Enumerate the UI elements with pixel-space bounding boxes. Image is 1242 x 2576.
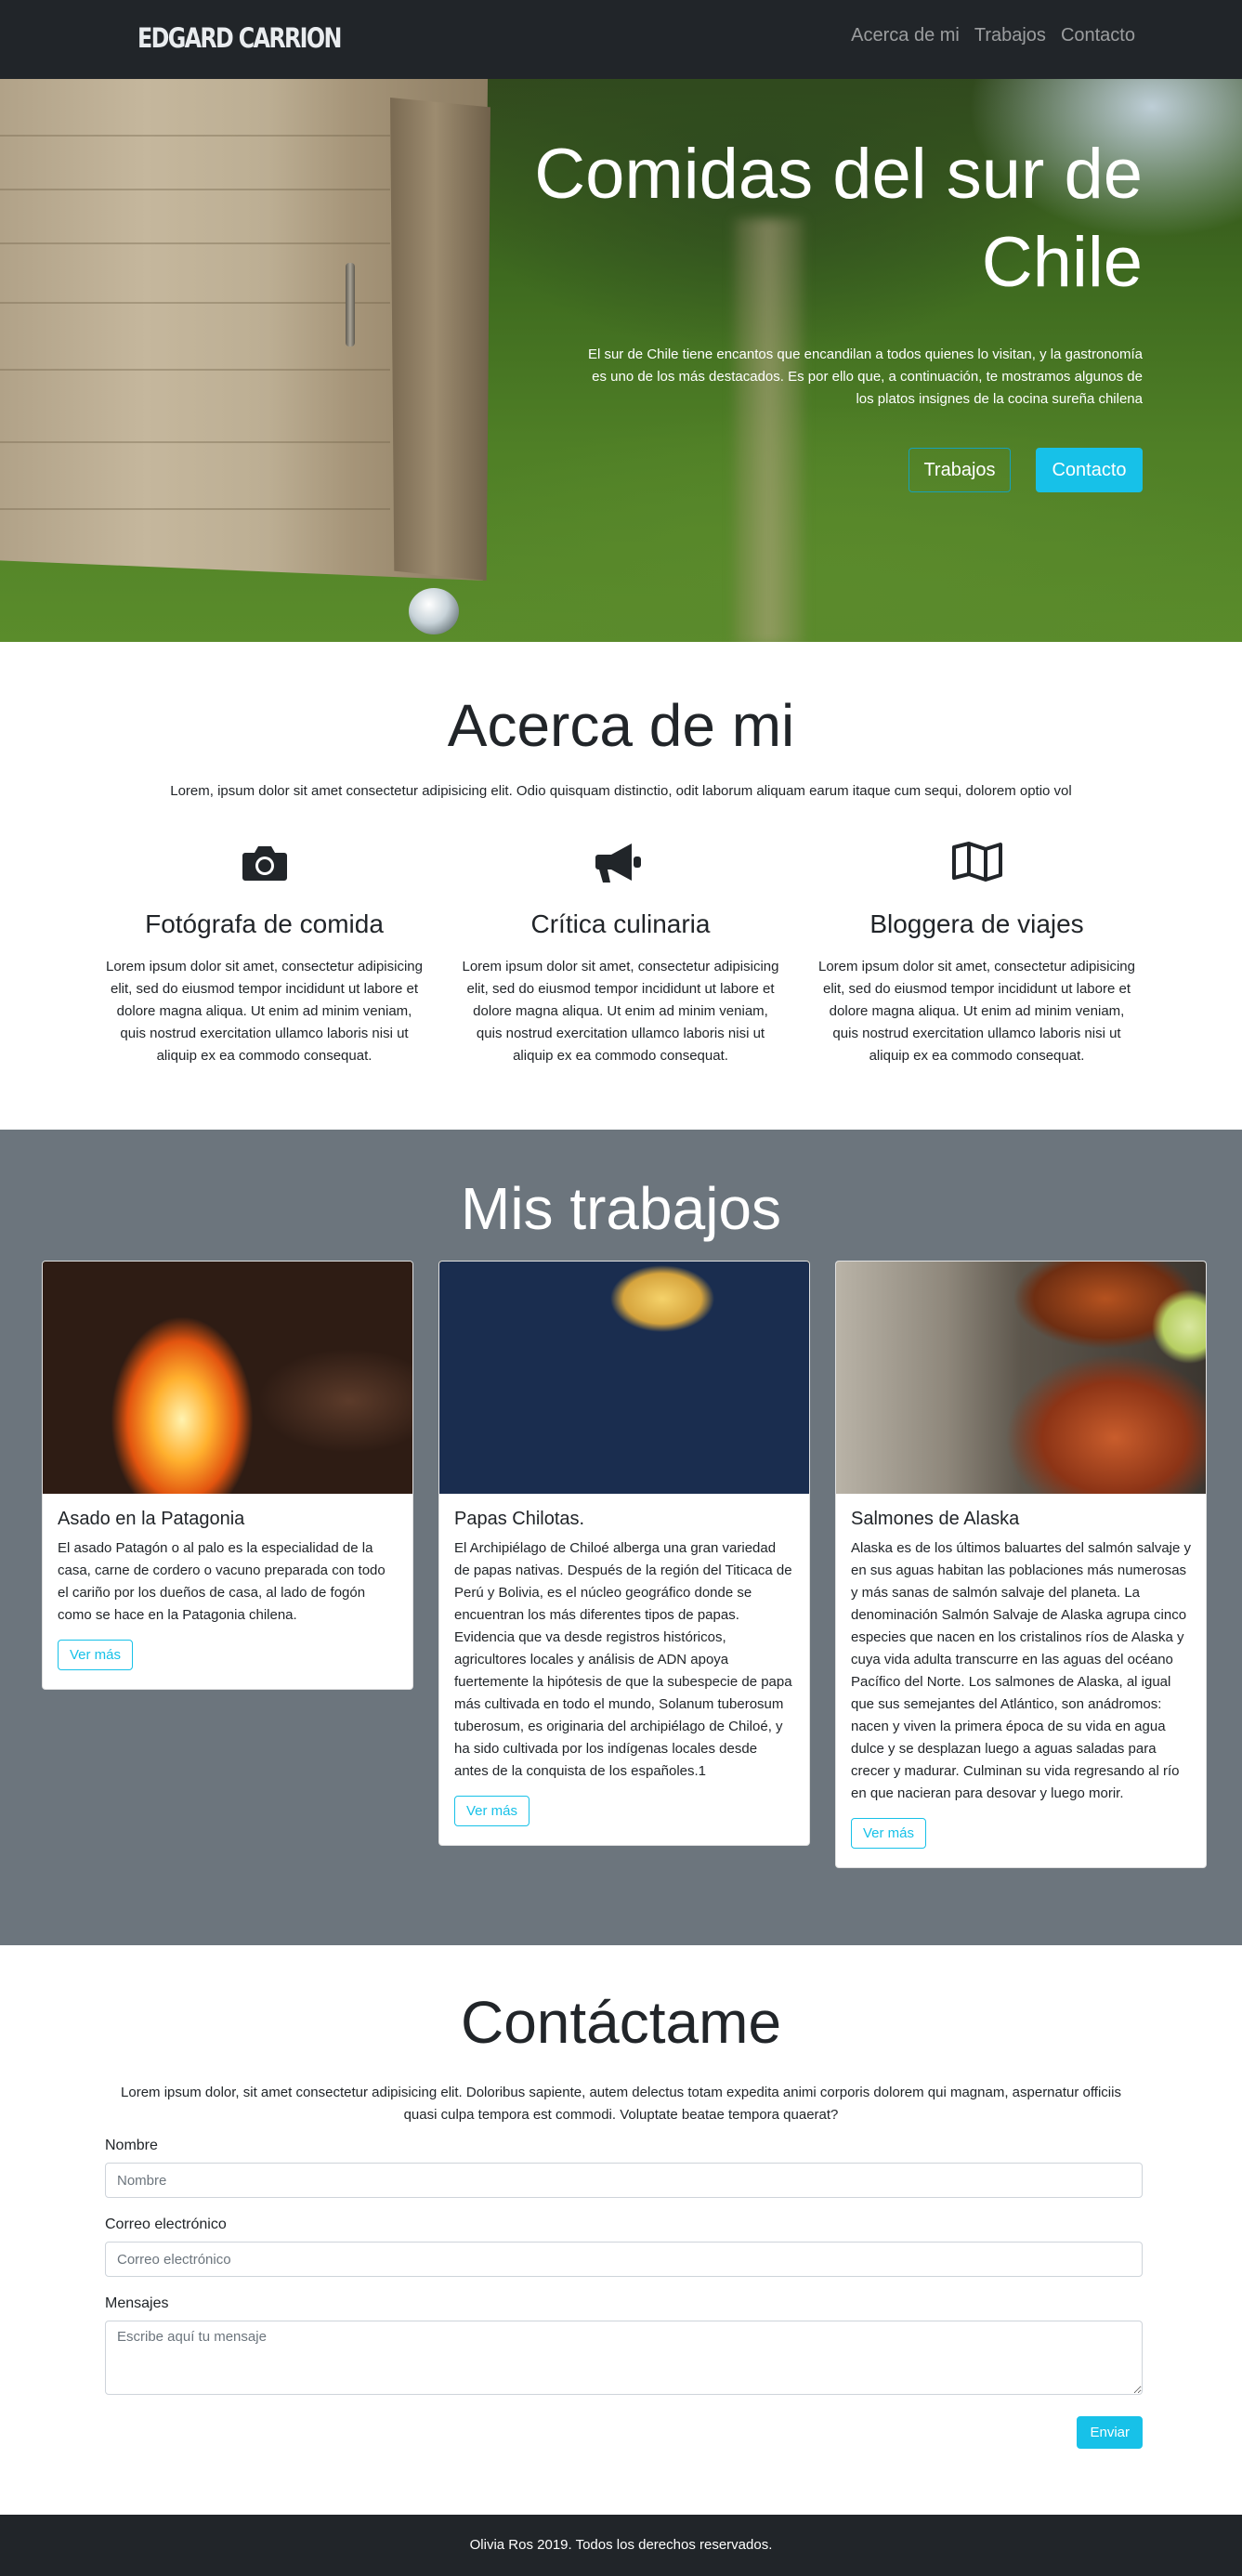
hero-title: Comidas del sur de Chile [534, 135, 1143, 302]
submit-row: Enviar [105, 2416, 1143, 2449]
wood-grain [0, 441, 390, 443]
works-title: Mis trabajos [461, 1175, 781, 1242]
message-textarea[interactable] [105, 2321, 1143, 2395]
feature-text: Lorem ipsum dolor sit amet, consectetur … [462, 959, 779, 1064]
card-body: Salmones de Alaska Alaska es de los últi… [836, 1494, 1206, 1867]
wood-grain [0, 369, 390, 371]
card-title: Papas Chilotas. [454, 1509, 585, 1529]
card-title: Asado en la Patagonia [58, 1509, 245, 1529]
map-icon [812, 840, 1142, 884]
nav-link-works[interactable]: Trabajos [974, 25, 1046, 46]
camera-icon [99, 840, 429, 884]
wood-grain [0, 302, 390, 304]
work-card-salmon: Salmones de Alaska Alaska es de los últi… [835, 1261, 1207, 1868]
nav-link-contact[interactable]: Contacto [1061, 25, 1135, 46]
feature-blogger: Bloggera de viajes Lorem ipsum dolor sit… [812, 840, 1142, 1067]
hero-contact-button[interactable]: Contacto [1036, 448, 1143, 492]
work-card-papas: Papas Chilotas. El Archipiélago de Chilo… [438, 1261, 810, 1846]
contact-form: Nombre Correo electrónico Mensajes Envia… [105, 2138, 1143, 2449]
card-text: Alaska es de los últimos baluartes del s… [851, 1540, 1192, 1801]
card-see-more-button[interactable]: Ver más [851, 1818, 927, 1849]
feature-title: Fotógrafa de comida [145, 909, 384, 938]
message-label: Mensajes [105, 2295, 169, 2311]
email-label: Correo electrónico [105, 2216, 227, 2232]
brand-logo[interactable]: EDGARD CARRION [137, 22, 342, 54]
card-text: El asado Patagón o al palo es la especia… [58, 1540, 386, 1623]
work-card-asado: Asado en la Patagonia El asado Patagón o… [42, 1261, 413, 1690]
card-body: Papas Chilotas. El Archipiélago de Chilo… [439, 1494, 809, 1845]
contact-intro: Lorem ipsum dolor, sit amet consectetur … [121, 2085, 1121, 2123]
card-image-salmon [836, 1262, 1206, 1494]
features: Fotógrafa de comida Lorem ipsum dolor si… [99, 840, 1142, 1067]
hero-section: Comidas del sur de Chile El sur de Chile… [0, 79, 1242, 642]
hero-text: El sur de Chile tiene encantos que encan… [587, 347, 1143, 407]
navbar: EDGARD CARRION Acerca de mi Trabajos Con… [0, 0, 1242, 79]
contact-section: Contáctame Lorem ipsum dolor, sit amet c… [0, 1945, 1242, 2515]
name-input[interactable] [105, 2163, 1143, 2198]
wood-grain [0, 135, 390, 137]
nav-link-about[interactable]: Acerca de mi [851, 25, 960, 46]
card-image-papas [439, 1262, 809, 1494]
form-group-message: Mensajes [105, 2295, 1143, 2399]
hero-background-nail [346, 263, 355, 347]
feature-text: Lorem ipsum dolor sit amet, consectetur … [818, 959, 1135, 1064]
wood-grain [0, 189, 390, 190]
feature-photographer: Fotógrafa de comida Lorem ipsum dolor si… [99, 840, 429, 1067]
contact-title: Contáctame [460, 1989, 782, 2056]
submit-button[interactable]: Enviar [1077, 2416, 1143, 2449]
hero-buttons: Trabajos Contacto [474, 448, 1143, 492]
hero-content: Comidas del sur de Chile El sur de Chile… [474, 130, 1143, 492]
footer: Olivia Ros 2019. Todos los derechos rese… [0, 2515, 1242, 2576]
feature-critic: Crítica culinaria Lorem ipsum dolor sit … [456, 840, 786, 1067]
card-body: Asado en la Patagonia El asado Patagón o… [43, 1494, 412, 1689]
card-see-more-button[interactable]: Ver más [454, 1796, 530, 1826]
card-image-asado [43, 1262, 412, 1494]
form-group-name: Nombre [105, 2138, 1143, 2198]
works-section: Mis trabajos Asado en la Patagonia El as… [0, 1130, 1242, 1945]
name-label: Nombre [105, 2138, 158, 2153]
footer-text: Olivia Ros 2019. Todos los derechos rese… [469, 2537, 773, 2553]
feature-text: Lorem ipsum dolor sit amet, consectetur … [106, 959, 423, 1064]
feature-title: Bloggera de viajes [869, 909, 1084, 938]
about-intro: Lorem, ipsum dolor sit amet consectetur … [170, 783, 1072, 799]
wood-grain [0, 242, 390, 244]
hero-works-button[interactable]: Trabajos [909, 448, 1011, 492]
about-section: Acerca de mi Lorem, ipsum dolor sit amet… [0, 642, 1242, 1130]
hero-background-water-drop [409, 588, 459, 634]
feature-title: Crítica culinaria [530, 909, 711, 938]
about-title: Acerca de mi [447, 692, 795, 759]
nav-links: Acerca de mi Trabajos Contacto [851, 25, 1135, 46]
wood-grain [0, 508, 390, 510]
card-title: Salmones de Alaska [851, 1509, 1020, 1529]
megaphone-icon [456, 840, 786, 884]
card-text: El Archipiélago de Chiloé alberga una gr… [454, 1540, 792, 1779]
work-cards: Asado en la Patagonia El asado Patagón o… [42, 1261, 1207, 1868]
form-group-email: Correo electrónico [105, 2216, 1143, 2277]
email-input[interactable] [105, 2242, 1143, 2277]
card-see-more-button[interactable]: Ver más [58, 1640, 134, 1670]
